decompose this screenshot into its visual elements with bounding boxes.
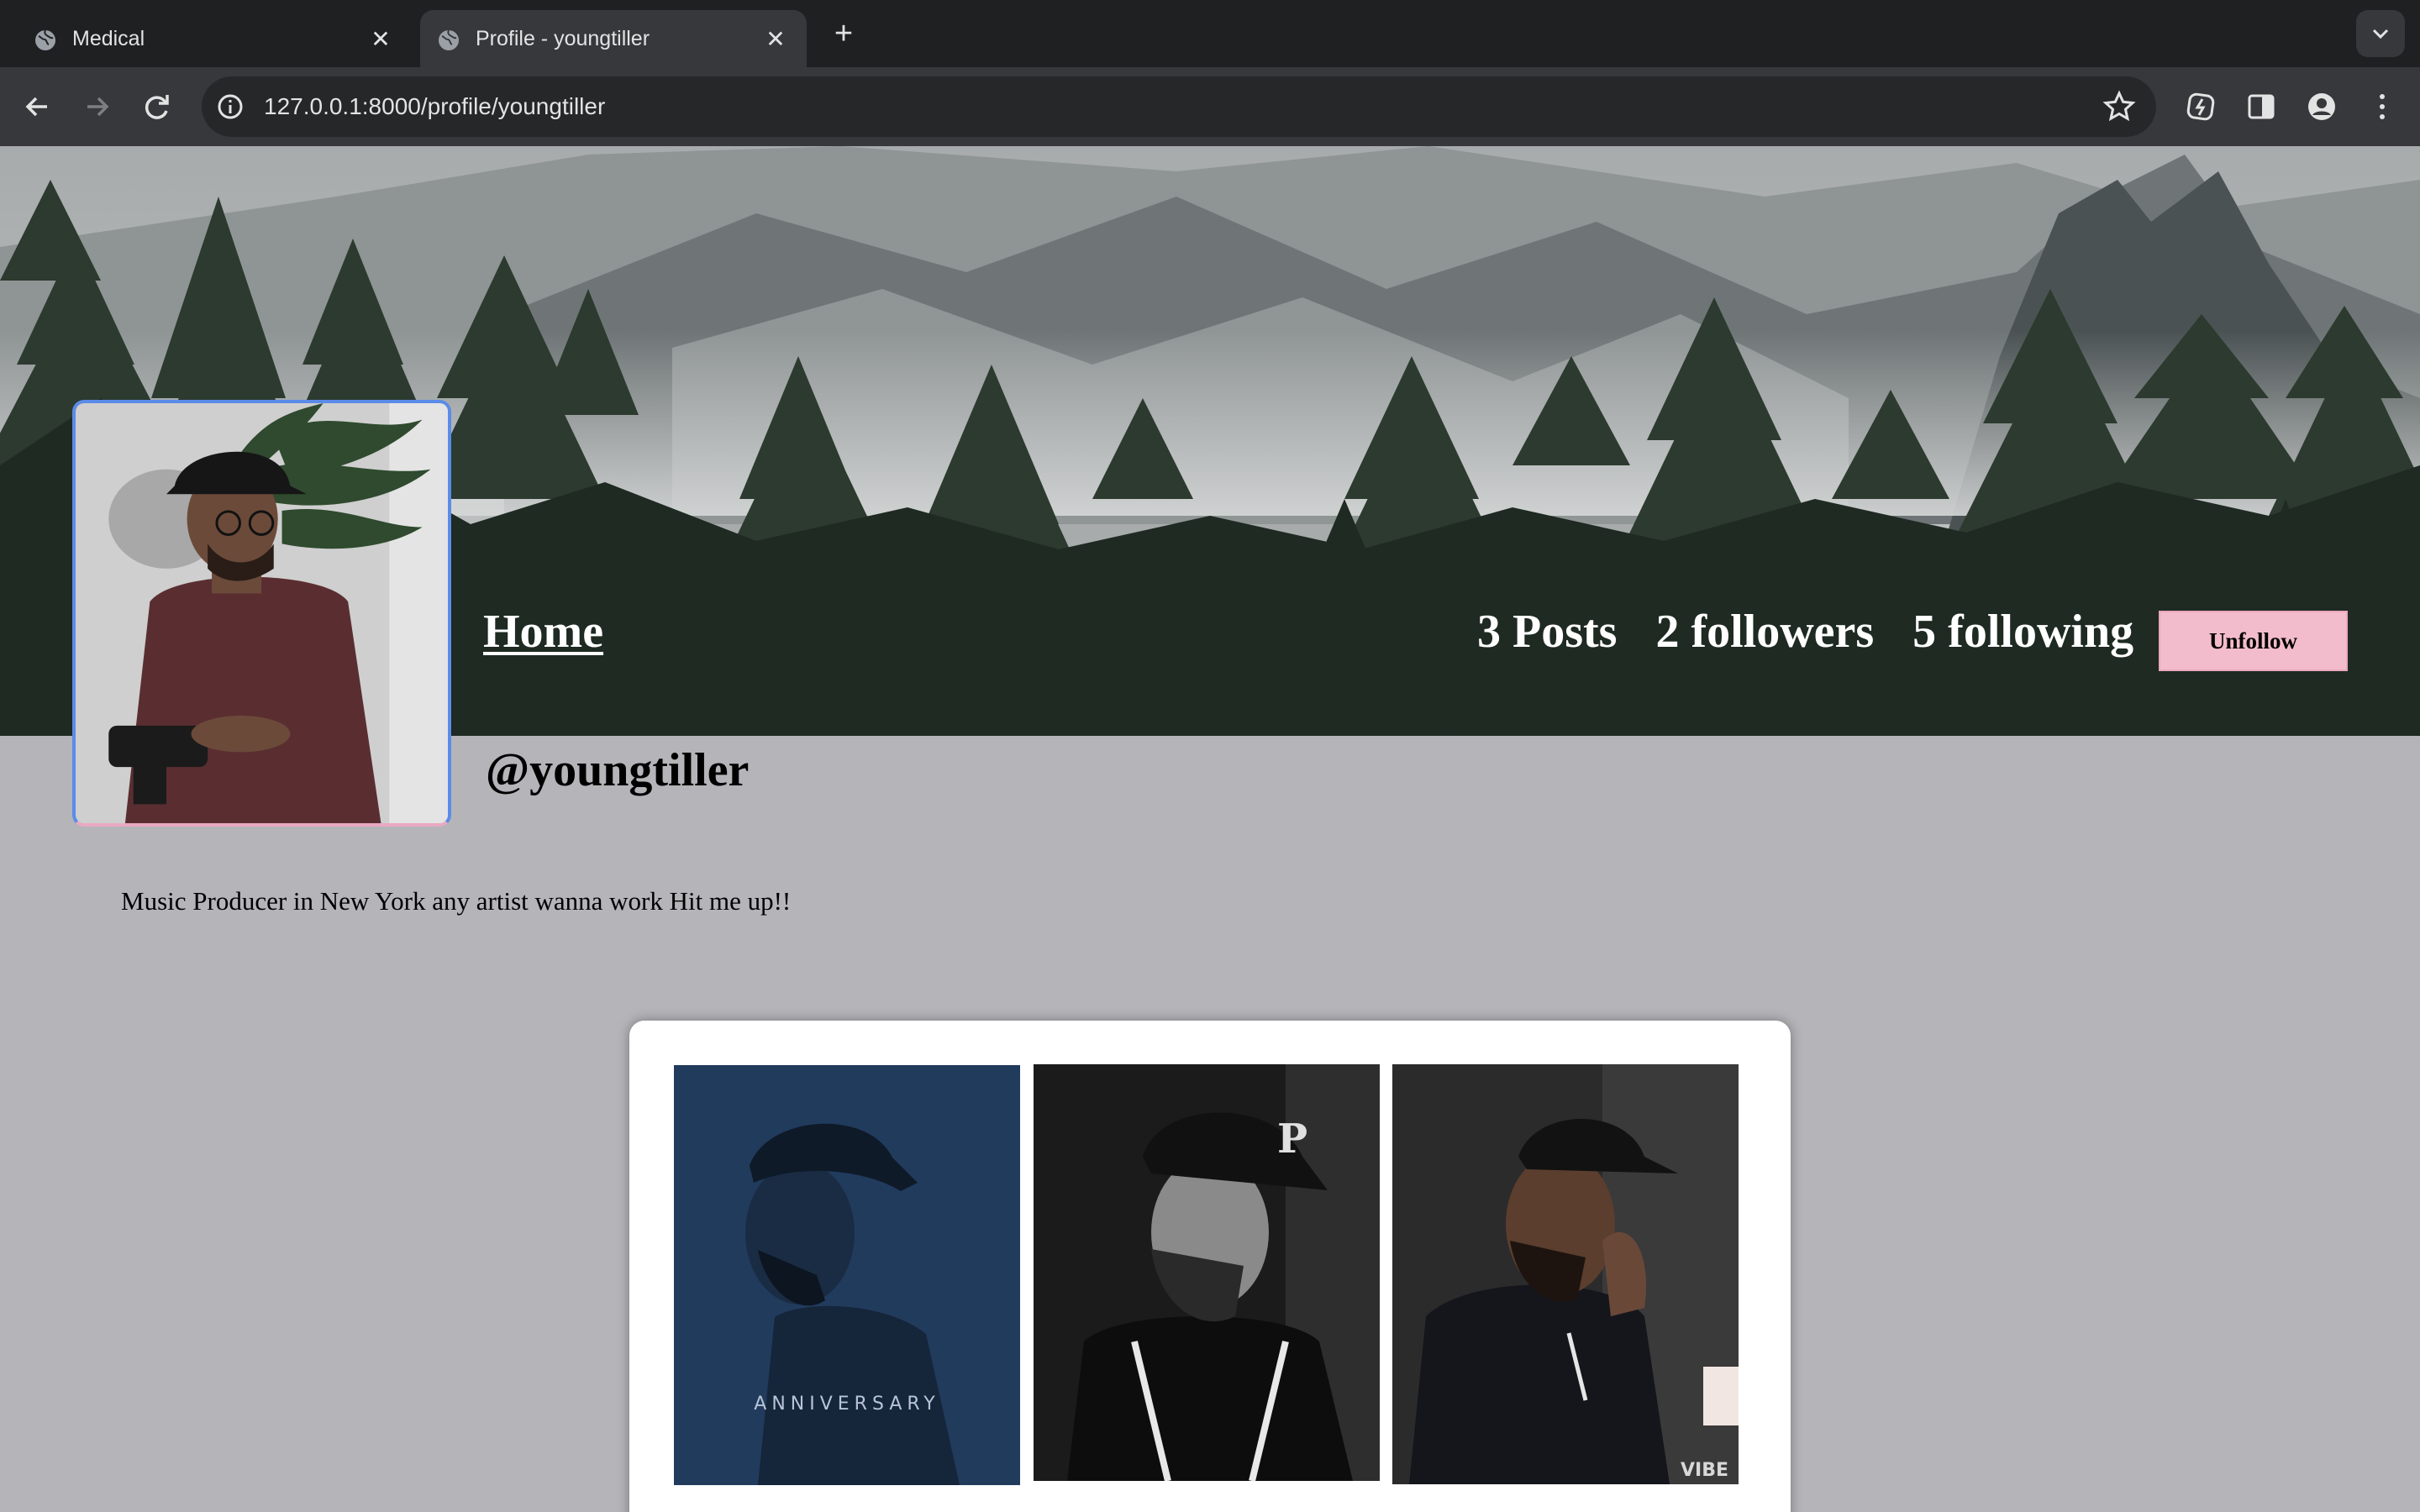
tab-title: Medical — [72, 27, 145, 50]
url-text: 127.0.0.1:8000/profile/youngtiller — [264, 93, 606, 119]
tab-profile[interactable]: Profile - youngtiller ✕ — [420, 10, 807, 67]
post-photo: ANNIVERSARY — [674, 1065, 1020, 1485]
post-caption: VIBE — [1681, 1460, 1728, 1481]
new-tab-button[interactable]: + — [827, 18, 860, 52]
profile-username: @youngtiller — [486, 744, 750, 796]
following-count[interactable]: 5 following — [1912, 605, 2133, 659]
avatar-photo — [76, 403, 448, 823]
globe-icon — [439, 29, 459, 50]
side-panel-icon[interactable] — [2242, 87, 2281, 126]
profile-bio: Music Producer in New York any artist wa… — [121, 886, 792, 916]
post-thumbnail[interactable]: VIBE — [1392, 1064, 1739, 1484]
post-photo: VIBE — [1392, 1064, 1739, 1484]
profile-avatar-icon[interactable] — [2302, 87, 2341, 126]
svg-text:P: P — [1277, 1116, 1307, 1163]
tab-title: Profile - youngtiller — [476, 27, 650, 50]
close-icon[interactable]: ✕ — [765, 28, 786, 51]
tab-medical[interactable]: Medical ✕ — [17, 10, 412, 67]
more-menu-icon[interactable] — [2363, 87, 2402, 126]
profile-stats: 3 Posts 2 followers 5 following — [1477, 605, 2133, 659]
close-icon[interactable]: ✕ — [370, 28, 392, 51]
posts-grid: ANNIVERSARY P VIBE — [629, 1021, 1791, 1512]
followers-count[interactable]: 2 followers — [1655, 605, 1874, 659]
forward-arrow-icon[interactable] — [77, 87, 116, 126]
browser-tab-strip: Medical ✕ Profile - youngtiller ✕ + — [0, 0, 2420, 67]
browser-toolbar: 127.0.0.1:8000/profile/youngtiller — [0, 67, 2420, 146]
reload-icon[interactable] — [138, 87, 176, 126]
address-bar[interactable]: 127.0.0.1:8000/profile/youngtiller — [202, 76, 2156, 137]
home-link[interactable]: Home — [483, 605, 603, 659]
back-arrow-icon[interactable] — [18, 87, 57, 126]
chevron-down-icon — [2372, 29, 2389, 39]
post-photo: P — [1034, 1064, 1380, 1481]
posts-count: 3 Posts — [1477, 606, 1618, 658]
post-thumbnail[interactable]: P — [1034, 1064, 1380, 1481]
unfollow-button[interactable]: Unfollow — [2159, 611, 2348, 671]
post-caption: ANNIVERSARY — [754, 1394, 939, 1415]
extension-icon[interactable] — [2181, 87, 2220, 126]
site-info-icon[interactable] — [215, 92, 245, 122]
tab-search-button[interactable] — [2356, 10, 2405, 57]
globe-icon — [35, 29, 55, 50]
profile-avatar[interactable] — [72, 400, 451, 827]
post-thumbnail[interactable]: ANNIVERSARY — [674, 1065, 1020, 1485]
bookmark-star-icon[interactable] — [2102, 90, 2136, 123]
